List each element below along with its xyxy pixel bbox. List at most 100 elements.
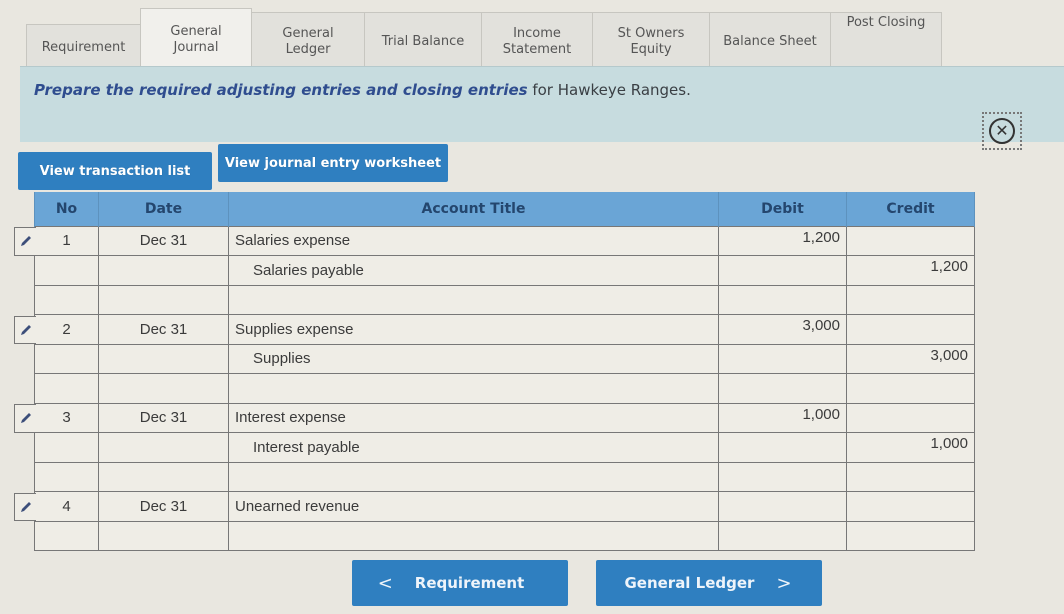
- instruction-text: Prepare the required adjusting entries a…: [34, 81, 691, 99]
- debit-cell: 1,200: [718, 225, 847, 256]
- date-cell: [98, 373, 229, 404]
- debit-cell: [718, 461, 847, 492]
- entry-number-cell: [34, 520, 99, 551]
- credit-cell: [846, 491, 975, 522]
- credit-cell: 1,200: [846, 255, 975, 286]
- table-row: Supplies 3,000: [34, 343, 975, 374]
- entry-number-cell: [34, 373, 99, 404]
- debit-cell: [718, 520, 847, 551]
- entry-number-cell: [34, 461, 99, 492]
- pencil-icon: [20, 324, 31, 335]
- debit-cell: [718, 284, 847, 315]
- debit-cell: [718, 255, 847, 286]
- account-title-cell: Interest payable: [228, 432, 719, 463]
- account-title-cell: [228, 284, 719, 315]
- account-title-cell: Supplies: [228, 343, 719, 374]
- pencil-icon: [20, 236, 31, 247]
- account-title-cell: Interest expense: [228, 402, 719, 433]
- account-title-cell: [228, 461, 719, 492]
- header-account-title: Account Title: [228, 192, 719, 226]
- tab-requirement[interactable]: Requirement: [26, 24, 141, 70]
- entry-number-cell: [34, 284, 99, 315]
- tab-st-owners-equity[interactable]: St Owners Equity: [592, 12, 710, 70]
- credit-cell: 1,000: [846, 432, 975, 463]
- view-transaction-list-button[interactable]: View transaction list: [18, 152, 212, 190]
- table-row: [34, 373, 975, 404]
- table-row: [34, 284, 975, 315]
- table-row: 1 Dec 31 Salaries expense 1,200: [34, 225, 975, 256]
- account-title-cell: Salaries expense: [228, 225, 719, 256]
- date-cell: [98, 432, 229, 463]
- view-journal-entry-worksheet-button[interactable]: View journal entry worksheet: [218, 144, 448, 182]
- pencil-icon: [20, 501, 31, 512]
- tab-income-statement[interactable]: Income Statement: [481, 12, 593, 70]
- debit-cell: 1,000: [718, 402, 847, 433]
- date-cell: Dec 31: [98, 491, 229, 522]
- entry-number-cell: [34, 432, 99, 463]
- close-circle-icon: ✕: [989, 118, 1015, 144]
- instruction-emphasis: Prepare the required adjusting entries a…: [34, 81, 528, 99]
- edit-entry-button[interactable]: [14, 315, 36, 344]
- debit-cell: [718, 373, 847, 404]
- prev-button-label: Requirement: [414, 574, 525, 592]
- next-button-label: General Ledger: [624, 574, 755, 592]
- tab-trial-balance[interactable]: Trial Balance: [364, 12, 482, 70]
- credit-cell: [846, 225, 975, 256]
- table-row: Interest payable 1,000: [34, 432, 975, 463]
- account-title-cell: [228, 520, 719, 551]
- table-row: Salaries payable 1,200: [34, 255, 975, 286]
- table-row: 3 Dec 31 Interest expense 1,000: [34, 402, 975, 433]
- entry-number-cell: [34, 343, 99, 374]
- credit-cell: [846, 520, 975, 551]
- debit-cell: [718, 343, 847, 374]
- credit-cell: [846, 284, 975, 315]
- tab-general-journal[interactable]: General Journal: [140, 8, 252, 70]
- table-row: 4 Dec 31 Unearned revenue: [34, 491, 975, 522]
- entry-number-cell: [34, 255, 99, 286]
- date-cell: [98, 284, 229, 315]
- header-date: Date: [98, 192, 229, 226]
- credit-cell: [846, 402, 975, 433]
- prev-requirement-button[interactable]: < Requirement: [352, 560, 568, 606]
- credit-cell: [846, 461, 975, 492]
- next-general-ledger-button[interactable]: General Ledger >: [596, 560, 822, 606]
- journal-table: No Date Account Title Debit Credit 1 Dec …: [34, 192, 975, 551]
- date-cell: [98, 255, 229, 286]
- date-cell: [98, 520, 229, 551]
- debit-cell: 3,000: [718, 314, 847, 345]
- tab-general-ledger[interactable]: General Ledger: [251, 12, 365, 70]
- header-credit: Credit: [846, 192, 975, 226]
- table-row: [34, 520, 975, 551]
- instruction-banner: Prepare the required adjusting entries a…: [20, 66, 1064, 142]
- credit-cell: [846, 373, 975, 404]
- account-title-cell: Salaries payable: [228, 255, 719, 286]
- date-cell: Dec 31: [98, 314, 229, 345]
- journal-page: Requirement General Journal General Ledg…: [0, 0, 1064, 614]
- table-row: 2 Dec 31 Supplies expense 3,000: [34, 314, 975, 345]
- tab-balance-sheet[interactable]: Balance Sheet: [709, 12, 831, 70]
- debit-cell: [718, 432, 847, 463]
- date-cell: Dec 31: [98, 402, 229, 433]
- entry-number-cell: 4: [34, 491, 99, 522]
- chevron-right-icon: >: [776, 572, 792, 594]
- close-button[interactable]: ✕: [982, 112, 1022, 150]
- tab-post-closing[interactable]: Post Closing: [830, 12, 942, 70]
- edit-entry-button[interactable]: [14, 492, 36, 521]
- date-cell: [98, 461, 229, 492]
- entry-number-cell: 3: [34, 402, 99, 433]
- table-header-row: No Date Account Title Debit Credit: [34, 192, 975, 226]
- account-title-cell: Unearned revenue: [228, 491, 719, 522]
- table-row: [34, 461, 975, 492]
- credit-cell: 3,000: [846, 343, 975, 374]
- account-title-cell: Supplies expense: [228, 314, 719, 345]
- header-no: No: [34, 192, 99, 226]
- instruction-suffix: for Hawkeye Ranges.: [527, 81, 691, 99]
- chevron-left-icon: <: [377, 572, 393, 594]
- date-cell: Dec 31: [98, 225, 229, 256]
- account-title-cell: [228, 373, 719, 404]
- pencil-icon: [20, 413, 31, 424]
- debit-cell: [718, 491, 847, 522]
- entry-number-cell: 2: [34, 314, 99, 345]
- edit-entry-button[interactable]: [14, 227, 36, 256]
- edit-entry-button[interactable]: [14, 404, 36, 433]
